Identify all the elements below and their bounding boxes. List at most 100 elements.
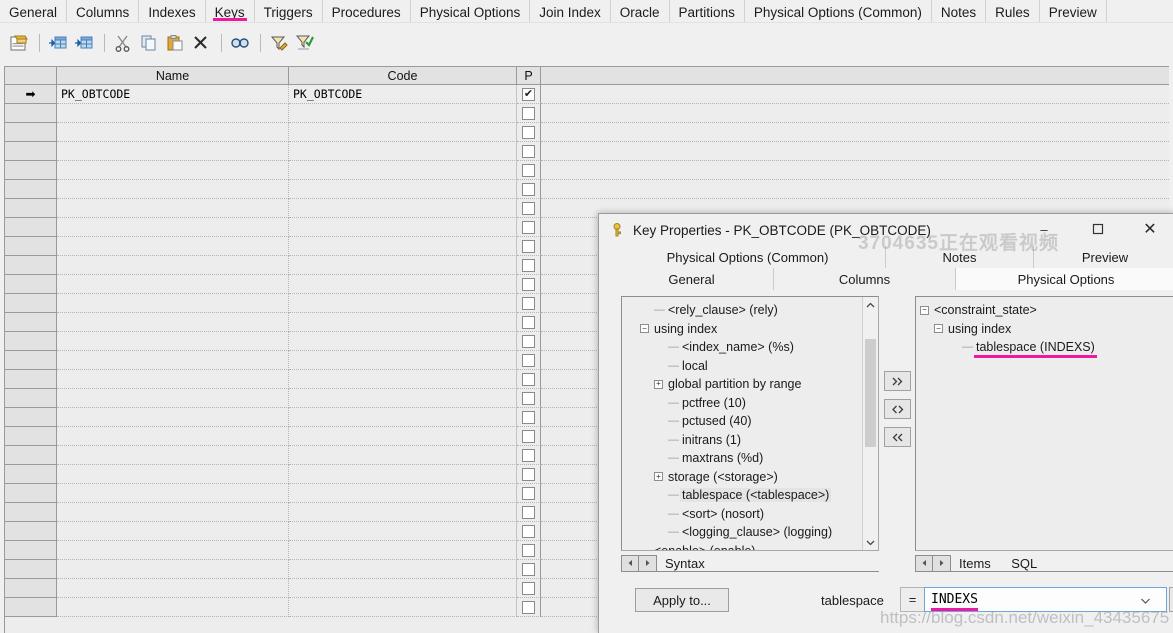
syntax-tree-node[interactable]: — <index_name> (%s) <box>626 338 878 357</box>
row-selector[interactable] <box>5 180 57 199</box>
items-tree-node[interactable]: − using index <box>920 320 1173 339</box>
sheet-tab-syntax[interactable]: Syntax <box>657 555 713 572</box>
tab-join-index[interactable]: Join Index <box>530 0 611 22</box>
dialog-tab-physical-options-common[interactable]: Physical Options (Common) <box>610 246 886 268</box>
cell-primary[interactable] <box>517 465 541 484</box>
syntax-tree-node[interactable]: — pctfree (10) <box>626 394 878 413</box>
row-selector[interactable] <box>5 370 57 389</box>
checkbox[interactable] <box>522 277 535 291</box>
syntax-tree-node[interactable]: — <rely_clause> (rely) <box>626 301 878 320</box>
tab-partitions[interactable]: Partitions <box>669 0 745 22</box>
table-row[interactable] <box>5 161 1169 180</box>
cell-primary[interactable] <box>517 104 541 123</box>
table-row[interactable] <box>5 123 1169 142</box>
nav-next-icon[interactable] <box>639 556 656 571</box>
syntax-tree-node[interactable]: — <sort> (nosort) <box>626 505 878 524</box>
syntax-tree-node[interactable]: — initrans (1) <box>626 431 878 450</box>
cell-code[interactable] <box>289 237 517 256</box>
table-row[interactable] <box>5 104 1169 123</box>
tab-general[interactable]: General <box>0 0 68 22</box>
cell-name[interactable] <box>57 560 289 579</box>
nav-next-icon[interactable] <box>933 556 950 571</box>
cell-code[interactable] <box>289 484 517 503</box>
cell-primary[interactable] <box>517 161 541 180</box>
cell-name[interactable] <box>57 389 289 408</box>
key-properties-dialog[interactable]: Key Properties - PK_OBTCODE (PK_OBTCODE)… <box>598 213 1173 633</box>
tab-procedures[interactable]: Procedures <box>322 0 411 22</box>
tab-rules[interactable]: Rules <box>986 0 1040 22</box>
cut-icon[interactable] <box>111 31 135 55</box>
row-selector[interactable] <box>5 541 57 560</box>
paste-icon[interactable] <box>163 31 187 55</box>
row-selector[interactable] <box>5 199 57 218</box>
chevron-down-icon[interactable] <box>1141 596 1150 606</box>
cell-primary[interactable]: ✔ <box>517 85 541 104</box>
cell-name[interactable] <box>57 427 289 446</box>
tab-triggers[interactable]: Triggers <box>254 0 323 22</box>
checkbox[interactable] <box>522 106 535 120</box>
cell-code[interactable] <box>289 161 517 180</box>
cell-name[interactable] <box>57 180 289 199</box>
checkbox[interactable] <box>522 391 535 405</box>
row-selector[interactable] <box>5 579 57 598</box>
cell-primary[interactable] <box>517 199 541 218</box>
syntax-tree-node[interactable]: — <enable> (enable) <box>626 542 878 550</box>
cell-code[interactable] <box>289 541 517 560</box>
scroll-up-icon[interactable] <box>863 297 878 313</box>
cell-name[interactable] <box>57 370 289 389</box>
close-button[interactable]: ✕ <box>1128 214 1172 244</box>
row-selector[interactable] <box>5 123 57 142</box>
checkbox[interactable] <box>522 467 535 481</box>
checkbox[interactable] <box>522 505 535 519</box>
cell-name[interactable] <box>57 237 289 256</box>
cell-primary[interactable] <box>517 446 541 465</box>
properties-icon[interactable] <box>7 31 31 55</box>
cell-primary[interactable] <box>517 579 541 598</box>
checkbox[interactable] <box>522 334 535 348</box>
items-tree-panel[interactable]: − <constraint_state> − using index — tablespa… <box>915 296 1173 551</box>
cell-name[interactable] <box>57 313 289 332</box>
cell-name[interactable]: PK_OBTCODE <box>57 85 289 104</box>
cell-name[interactable] <box>57 294 289 313</box>
cell-code[interactable] <box>289 427 517 446</box>
minimize-button[interactable]: – <box>1022 214 1066 244</box>
insert-row-icon[interactable] <box>46 31 70 55</box>
apply-filter-icon[interactable] <box>293 31 317 55</box>
collapse-toggle-icon[interactable]: − <box>934 324 943 334</box>
row-selector[interactable] <box>5 503 57 522</box>
syntax-tree-node[interactable]: + storage (<storage>) <box>626 468 878 487</box>
cell-code[interactable] <box>289 560 517 579</box>
cell-code[interactable] <box>289 275 517 294</box>
dialog-tab-notes[interactable]: Notes <box>886 246 1034 268</box>
cell-name[interactable] <box>57 541 289 560</box>
cell-code[interactable] <box>289 446 517 465</box>
cell-primary[interactable] <box>517 351 541 370</box>
checkbox[interactable] <box>522 220 535 234</box>
row-selector[interactable] <box>5 161 57 180</box>
row-selector[interactable] <box>5 427 57 446</box>
cell-primary[interactable] <box>517 408 541 427</box>
dialog-tab-columns[interactable]: Columns <box>774 268 956 290</box>
cell-primary[interactable] <box>517 142 541 161</box>
delete-icon[interactable] <box>189 31 213 55</box>
cell-primary[interactable] <box>517 218 541 237</box>
collapse-toggle-icon[interactable]: − <box>640 324 649 334</box>
items-sheet-tabs[interactable]: Items SQL <box>915 553 1173 573</box>
cell-code[interactable] <box>289 522 517 541</box>
cell-name[interactable] <box>57 465 289 484</box>
checkbox[interactable]: ✔ <box>522 87 535 101</box>
cell-primary[interactable] <box>517 598 541 617</box>
dialog-tab-preview[interactable]: Preview <box>1034 246 1173 268</box>
row-selector[interactable] <box>5 389 57 408</box>
syntax-tree-node[interactable]: — local <box>626 357 878 376</box>
dialog-tab-physical-options[interactable]: Physical Options <box>956 268 1173 290</box>
collapse-toggle-icon[interactable]: − <box>920 305 929 315</box>
row-selector[interactable] <box>5 313 57 332</box>
cell-name[interactable] <box>57 408 289 427</box>
cell-primary[interactable] <box>517 522 541 541</box>
cell-code[interactable]: PK_OBTCODE <box>289 85 517 104</box>
cell-code[interactable] <box>289 503 517 522</box>
cell-code[interactable] <box>289 294 517 313</box>
row-selector[interactable] <box>5 484 57 503</box>
cell-primary[interactable] <box>517 123 541 142</box>
